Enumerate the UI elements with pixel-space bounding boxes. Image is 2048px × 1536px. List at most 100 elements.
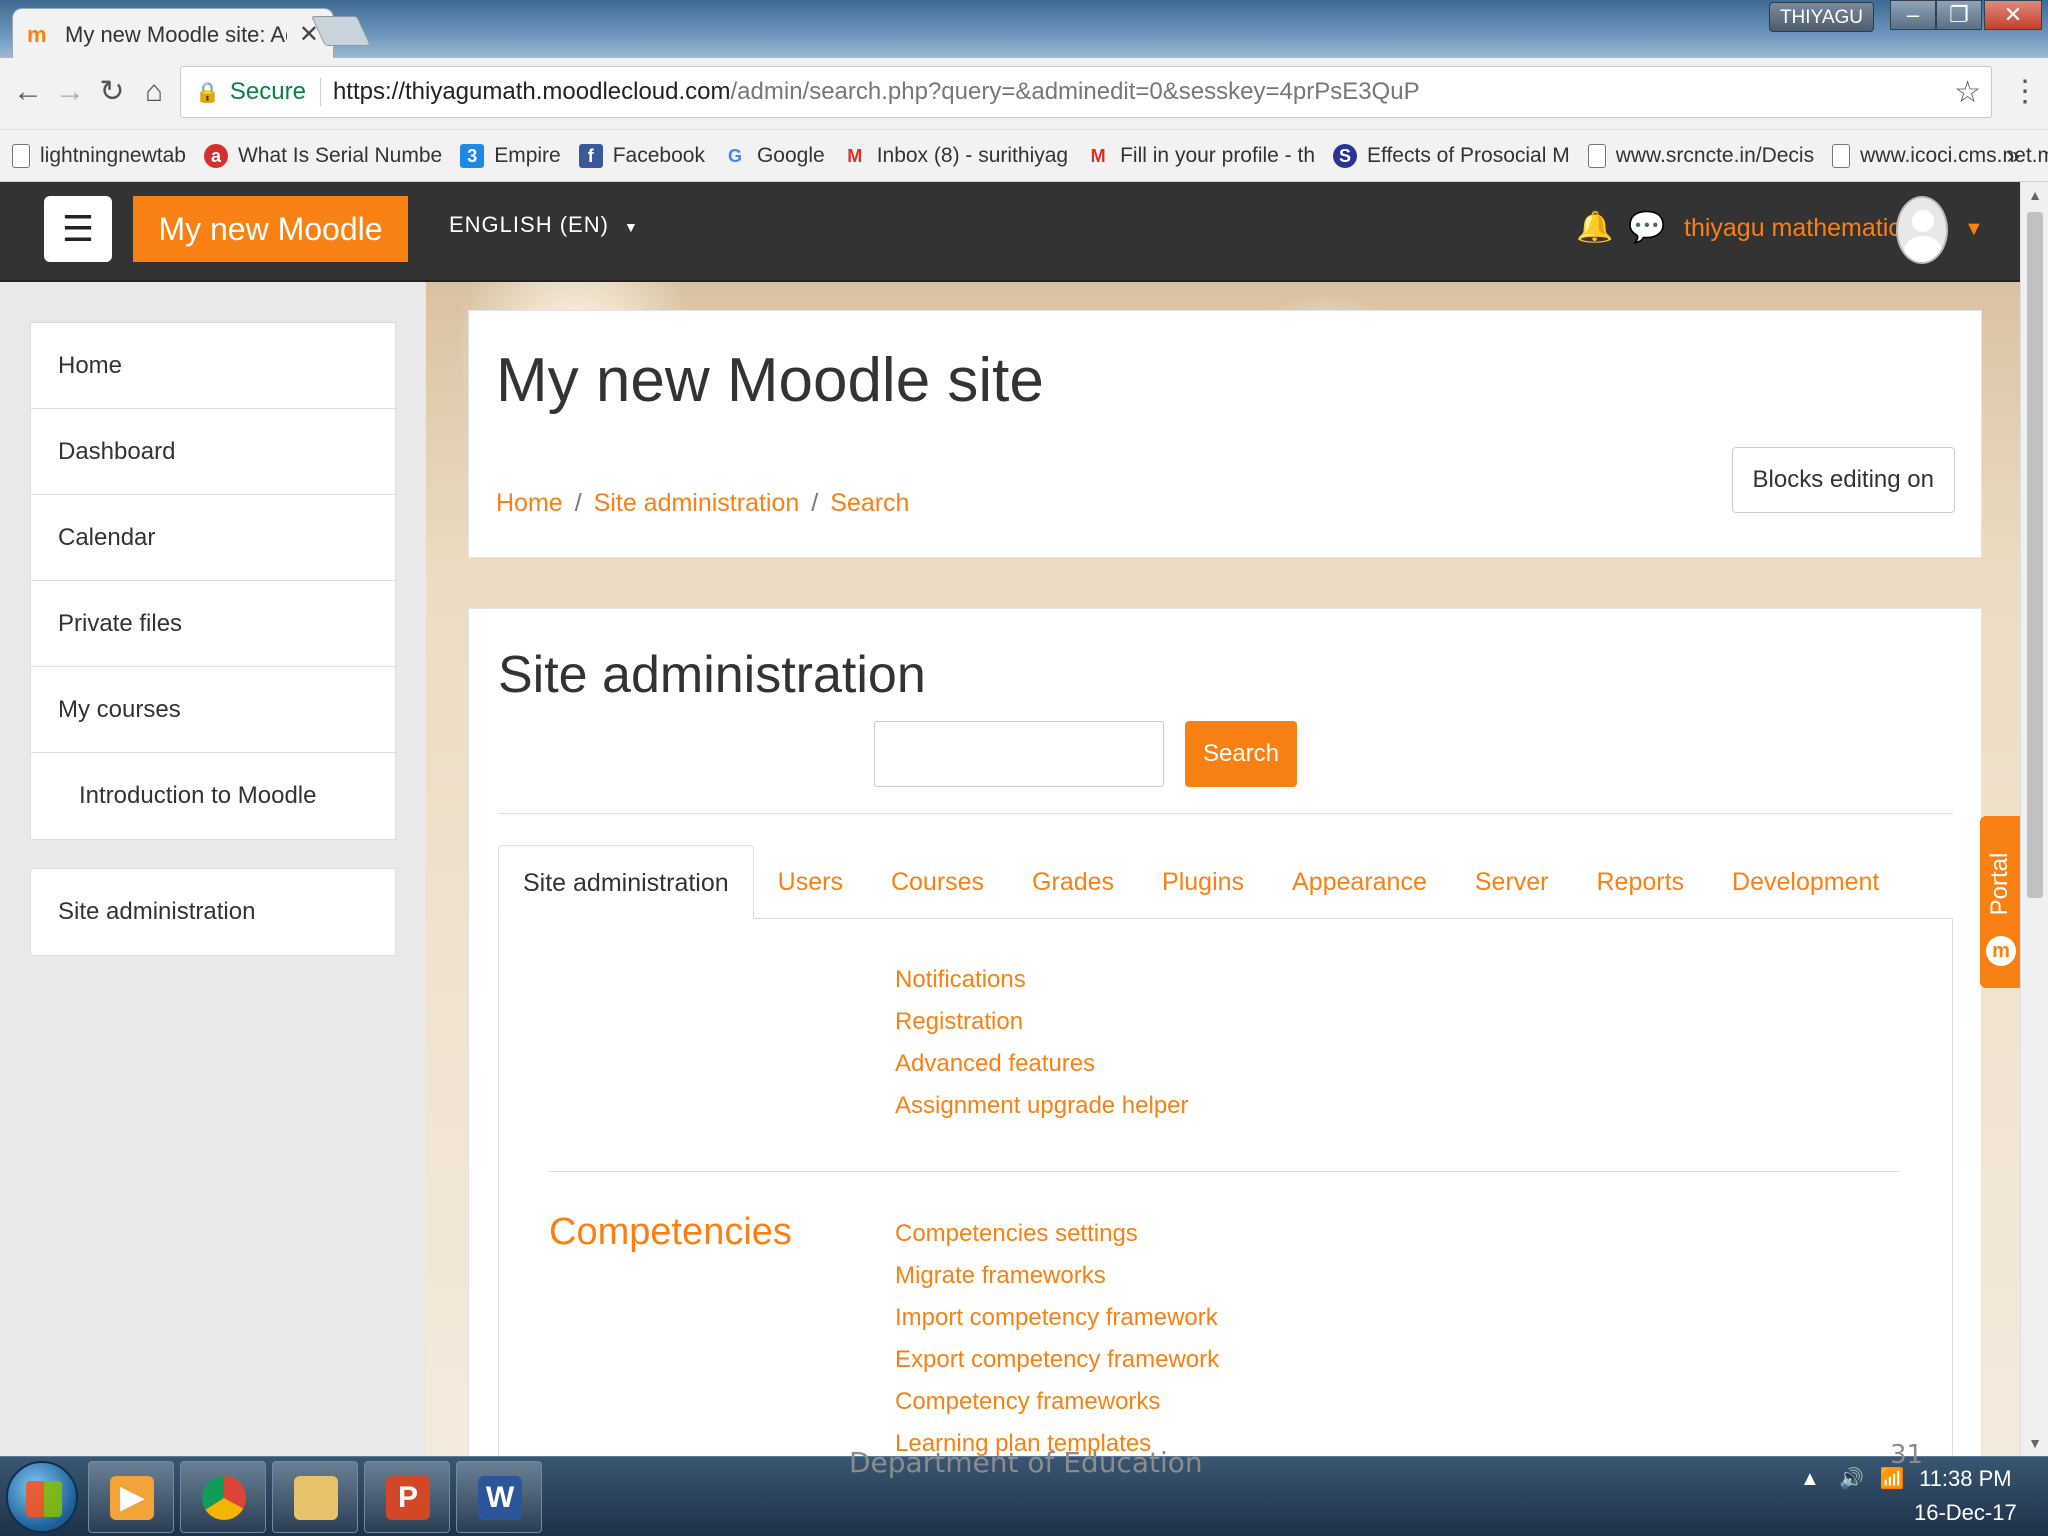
sidebar-item-dashboard[interactable]: Dashboard bbox=[31, 409, 395, 495]
link-migrate-frameworks[interactable]: Migrate frameworks bbox=[895, 1255, 1219, 1297]
more-bookmarks-icon[interactable]: » bbox=[2007, 142, 2020, 170]
bookmark-label: Inbox (8) - surithiyag bbox=[876, 143, 1069, 167]
messages-chat-icon[interactable]: 💬 bbox=[1628, 210, 1665, 245]
tab-plugins[interactable]: Plugins bbox=[1138, 845, 1268, 919]
close-window-button[interactable]: ✕ bbox=[1984, 0, 2042, 30]
breadcrumb-site-administration[interactable]: Site administration bbox=[594, 489, 800, 518]
tab-reports[interactable]: Reports bbox=[1573, 845, 1709, 919]
tray-expand-icon[interactable]: ▲ bbox=[1800, 1468, 1820, 1490]
tab-server[interactable]: Server bbox=[1451, 845, 1573, 919]
link-notifications[interactable]: Notifications bbox=[895, 959, 1189, 1001]
moodle-navbar: ☰ My new Moodle site ENGLISH (EN) ▼ 🔔 💬 … bbox=[0, 182, 2020, 313]
taskbar-chrome[interactable] bbox=[180, 1461, 266, 1533]
tab-site-administration[interactable]: Site administration bbox=[498, 845, 754, 919]
back-icon[interactable]: ← bbox=[8, 72, 48, 112]
bookmark-label: www.srcncte.in/Decis bbox=[1615, 143, 1815, 167]
page-scrollbar[interactable]: ▲ ▼ bbox=[2020, 182, 2048, 1456]
breadcrumb-search[interactable]: Search bbox=[830, 489, 909, 518]
empire-icon: 3 bbox=[460, 143, 485, 168]
avatar[interactable] bbox=[1896, 196, 1948, 264]
bookmark-item[interactable]: f Facebook bbox=[578, 143, 705, 168]
sidebar-item-calendar[interactable]: Calendar bbox=[31, 495, 395, 581]
taskbar-powerpoint[interactable]: P bbox=[364, 1461, 450, 1533]
start-button[interactable] bbox=[6, 1461, 78, 1533]
portal-label: Portal bbox=[1986, 852, 2013, 916]
sidebar-item-private-files[interactable]: Private files bbox=[31, 581, 395, 667]
scroll-up-icon[interactable]: ▲ bbox=[2021, 182, 2048, 208]
home-icon[interactable]: ⌂ bbox=[134, 72, 174, 112]
bookmark-item[interactable]: S Effects of Prosocial M bbox=[1333, 143, 1570, 168]
tab-users[interactable]: Users bbox=[754, 845, 867, 919]
bookmark-label: What Is Serial Numbe bbox=[237, 143, 443, 167]
bookmark-item[interactable]: 3 Empire bbox=[460, 143, 561, 168]
windows-logo-icon bbox=[26, 1481, 62, 1517]
tab-appearance[interactable]: Appearance bbox=[1268, 845, 1451, 919]
site-brand-button[interactable]: My new Moodle site bbox=[133, 196, 408, 313]
clock-date: 16-Dec-17 bbox=[1914, 1500, 2017, 1525]
taskbar-explorer[interactable] bbox=[272, 1461, 358, 1533]
tab-title: My new Moodle site: Adm bbox=[65, 21, 287, 47]
browser-toolbar: ← → ↻ ⌂ 🔒 Secure https://thiyagumath.moo… bbox=[0, 58, 2048, 130]
admin-tabs: Site administration Users Courses Grades… bbox=[498, 845, 1953, 919]
link-import-competency-framework[interactable]: Import competency framework bbox=[895, 1297, 1219, 1339]
bookmark-label: Fill in your profile - th bbox=[1120, 143, 1316, 167]
bookmark-star-icon[interactable]: ☆ bbox=[1954, 75, 1981, 110]
taskbar-clock[interactable]: 11:38 PM 16-Dec-17 bbox=[1914, 1462, 2017, 1530]
hamburger-menu-icon[interactable]: ☰ bbox=[44, 196, 112, 262]
bookmark-item[interactable]: G Google bbox=[723, 144, 825, 168]
language-menu[interactable]: ENGLISH (EN) ▼ bbox=[449, 212, 639, 238]
sidebar-item-home[interactable]: Home bbox=[31, 323, 395, 409]
tab-courses[interactable]: Courses bbox=[867, 845, 1008, 919]
breadcrumb-home[interactable]: Home bbox=[496, 489, 563, 518]
section-title-competencies[interactable]: Competencies bbox=[549, 1211, 792, 1254]
page-header: My new Moodle site Home / Site administr… bbox=[468, 310, 1982, 558]
forward-icon[interactable]: → bbox=[50, 72, 90, 112]
link-assignment-upgrade-helper[interactable]: Assignment upgrade helper bbox=[895, 1085, 1189, 1127]
bookmark-item[interactable]: www.srcncte.in/Decis bbox=[1587, 143, 1815, 168]
tab-development[interactable]: Development bbox=[1708, 845, 1903, 919]
bookmark-item[interactable]: lightningnewtab bbox=[12, 143, 186, 168]
link-competencies-settings[interactable]: Competencies settings bbox=[895, 1213, 1219, 1255]
portal-side-tab[interactable]: Portal m bbox=[1980, 816, 2022, 988]
network-signal-icon[interactable]: 📶 bbox=[1880, 1468, 1905, 1490]
page-body: Home Dashboard Calendar Private files My… bbox=[0, 282, 2020, 1479]
tab-grades[interactable]: Grades bbox=[1008, 845, 1138, 919]
browser-tab[interactable]: m My new Moodle site: Adm ✕ bbox=[12, 8, 334, 60]
bookmark-label: Empire bbox=[494, 143, 561, 167]
notifications-bell-icon[interactable]: 🔔 bbox=[1576, 210, 1613, 245]
link-advanced-features[interactable]: Advanced features bbox=[895, 1043, 1189, 1085]
volume-icon[interactable]: 🔊 bbox=[1839, 1468, 1864, 1490]
admin-search-button[interactable]: Search bbox=[1185, 721, 1297, 787]
link-export-competency-framework[interactable]: Export competency framework bbox=[895, 1339, 1219, 1381]
bookmark-label: Facebook bbox=[612, 143, 705, 167]
reload-icon[interactable]: ↻ bbox=[92, 72, 132, 112]
taskbar-media-player[interactable]: ▶ bbox=[88, 1461, 174, 1533]
admin-search-input[interactable] bbox=[874, 721, 1164, 787]
tab-content: Notifications Registration Advanced feat… bbox=[498, 919, 1953, 1479]
powerpoint-icon: P bbox=[386, 1476, 430, 1520]
folder-icon bbox=[294, 1476, 338, 1520]
link-registration[interactable]: Registration bbox=[895, 1001, 1189, 1043]
bookmark-item[interactable]: M Inbox (8) - surithiyag bbox=[843, 144, 1068, 168]
minimize-window-button[interactable]: – bbox=[1890, 0, 1936, 30]
sidebar-item-my-courses[interactable]: My courses bbox=[31, 667, 395, 753]
admin-panel: Site administration Search Site administ… bbox=[468, 608, 1982, 1479]
scroll-down-icon[interactable]: ▼ bbox=[2021, 1430, 2048, 1456]
blocks-editing-button[interactable]: Blocks editing on bbox=[1731, 447, 1955, 513]
sidebar-item-site-administration[interactable]: Site administration bbox=[31, 869, 395, 955]
taskbar-word[interactable]: W bbox=[456, 1461, 542, 1533]
sidebar-item-course[interactable]: Introduction to Moodle bbox=[31, 753, 395, 839]
bookmark-label: Google bbox=[756, 143, 825, 167]
google-icon: G bbox=[727, 145, 742, 166]
user-menu-caret-icon[interactable]: ▼ bbox=[1964, 218, 1984, 241]
link-competency-frameworks[interactable]: Competency frameworks bbox=[895, 1381, 1219, 1423]
browser-menu-icon[interactable]: ⋮ bbox=[2010, 74, 2040, 109]
bookmark-item[interactable]: M Fill in your profile - th bbox=[1086, 144, 1315, 168]
bookmark-item[interactable]: a What Is Serial Numbe bbox=[203, 143, 443, 168]
maximize-window-button[interactable]: ❐ bbox=[1936, 0, 1982, 30]
moodle-favicon-icon: m bbox=[27, 21, 47, 47]
url-path: /admin/search.php?query=&adminedit=0&ses… bbox=[730, 78, 1420, 105]
address-bar[interactable]: 🔒 Secure https://thiyagumath.moodlecloud… bbox=[180, 66, 1992, 118]
scroll-thumb[interactable] bbox=[2027, 212, 2043, 898]
user-name[interactable]: thiyagu mathematics bbox=[1684, 214, 1913, 243]
